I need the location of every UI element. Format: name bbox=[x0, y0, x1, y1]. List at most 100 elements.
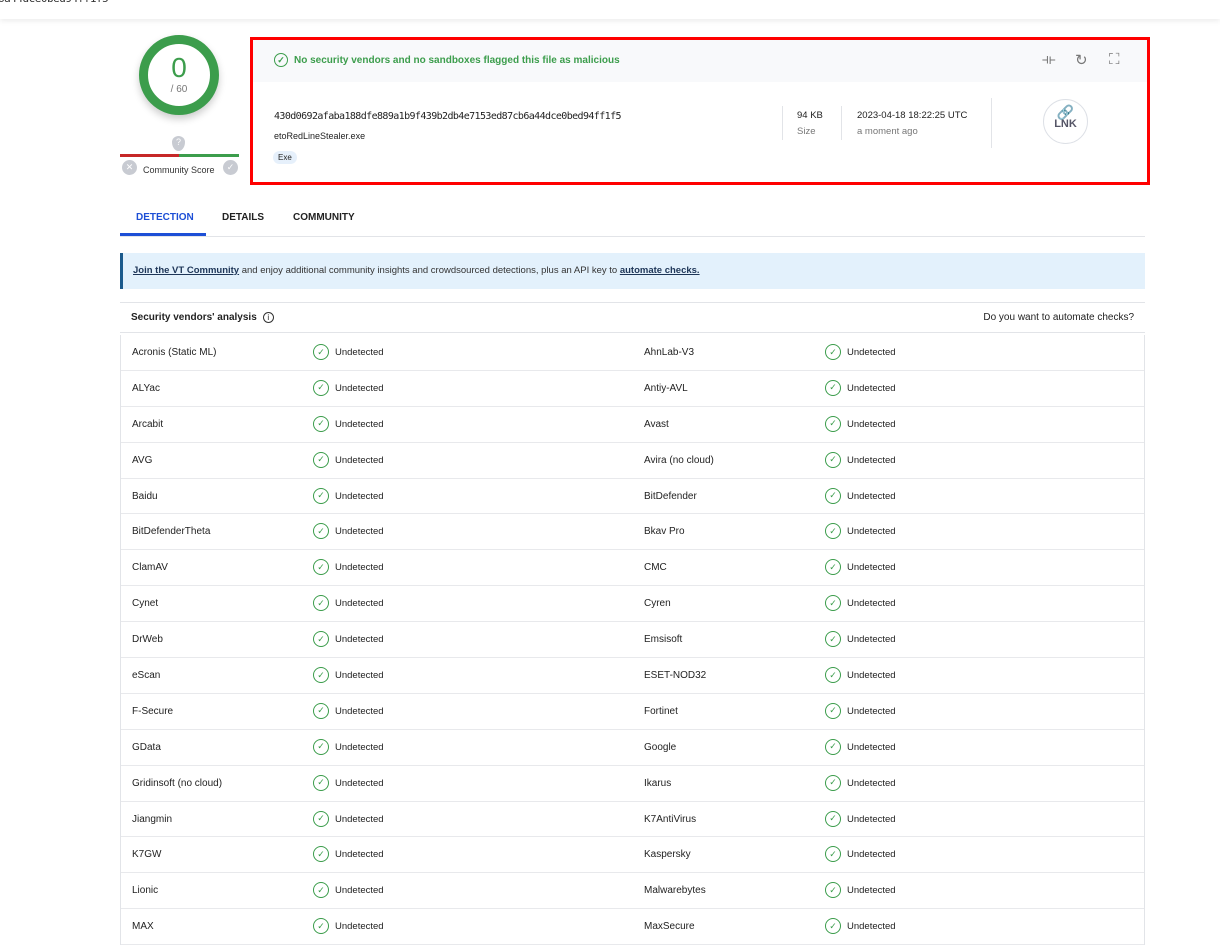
check-circle-icon: ✓ bbox=[313, 487, 329, 504]
vendor-name: BitDefenderTheta bbox=[132, 526, 211, 538]
status: Undetected bbox=[335, 454, 384, 466]
detection-score: 0 / 60 bbox=[139, 35, 219, 115]
link-icon: 🔗 bbox=[1056, 104, 1075, 120]
table-row: F-Secure ✓ Undetected Fortinet ✓ Undetected bbox=[121, 694, 1144, 730]
check-circle-icon: ✓ bbox=[825, 882, 841, 899]
table-row: Baidu ✓ Undetected BitDefender ✓ Undetected bbox=[121, 479, 1144, 515]
vendor-name: Kaspersky bbox=[644, 849, 691, 861]
file-type-label: LNK bbox=[1054, 118, 1077, 130]
top-bar: 6a44dce0bed94ff1f5 bbox=[0, 0, 1220, 19]
status: Undetected bbox=[335, 347, 384, 358]
check-circle-icon: ✓ bbox=[313, 702, 329, 719]
check-circle-icon: ✓ bbox=[825, 595, 841, 612]
status: Undetected bbox=[847, 885, 896, 897]
tab-bar: DETECTION DETAILS COMMUNITY bbox=[120, 200, 1145, 237]
table-row: ALYac ✓ Undetected Antiy-AVL ✓ Undetected bbox=[121, 371, 1144, 407]
upvote-icon[interactable]: ✓ bbox=[223, 160, 238, 175]
status: Undetected bbox=[335, 490, 384, 502]
vendor-name: Gridinsoft (no cloud) bbox=[132, 777, 223, 789]
status: Undetected bbox=[335, 670, 384, 682]
status: Undetected bbox=[847, 777, 896, 789]
join-community-link[interactable]: Join the VT Community bbox=[133, 265, 239, 276]
file-summary-card: ✓ No security vendors and no sandboxes fl… bbox=[250, 37, 1150, 185]
status: Undetected bbox=[335, 634, 384, 646]
vendor-name: F-Secure bbox=[132, 705, 174, 717]
reanalyze-icon[interactable]: ↻ bbox=[1075, 51, 1088, 69]
detection-total: / 60 bbox=[170, 84, 188, 95]
vendor-name: ESET-NOD32 bbox=[644, 670, 707, 682]
check-circle-icon: ✓ bbox=[825, 487, 841, 504]
vendor-name: K7AntiVirus bbox=[644, 813, 697, 825]
status: Undetected bbox=[847, 490, 896, 502]
detection-count: 0 bbox=[171, 52, 187, 83]
check-circle-icon: ✓ bbox=[313, 882, 329, 899]
analysis-header: Security vendors' analysis i Do you want … bbox=[120, 302, 1145, 333]
check-circle-icon: ✓ bbox=[313, 846, 329, 863]
tab-detection[interactable]: DETECTION bbox=[136, 212, 194, 223]
automate-checks-link[interactable]: automate checks. bbox=[620, 265, 700, 276]
check-circle-icon: ✓ bbox=[313, 559, 329, 576]
size-label: Size bbox=[797, 126, 816, 137]
table-row: MAX ✓ Undetected MaxSecure ✓ Undetected bbox=[121, 909, 1144, 945]
file-tag[interactable]: Exe bbox=[273, 151, 297, 164]
check-circle-icon: ✓ bbox=[313, 451, 329, 468]
status: Undetected bbox=[335, 813, 384, 825]
vendor-name: Avira (no cloud) bbox=[644, 454, 714, 466]
check-circle-icon: ✓ bbox=[313, 415, 329, 432]
downvote-icon[interactable]: ✕ bbox=[122, 160, 137, 175]
check-circle-icon: ✓ bbox=[825, 379, 841, 396]
vendors-table: Acronis (Static ML) ✓ Undetected AhnLab-V3 ✓… bbox=[120, 335, 1145, 945]
vendor-name: Emsisoft bbox=[644, 634, 683, 646]
vendor-name: ALYac bbox=[132, 382, 160, 394]
check-circle-icon: ✓ bbox=[825, 415, 841, 432]
status: Undetected bbox=[847, 347, 896, 358]
scan-date: 2023-04-18 18:22:25 UTC a moment ago bbox=[857, 110, 967, 137]
automate-checks-prompt[interactable]: Do you want to automate checks? bbox=[983, 312, 1134, 323]
community-score-label: Community Score bbox=[143, 165, 215, 175]
check-circle-icon: ✓ bbox=[825, 846, 841, 863]
check-circle-icon: ✓ bbox=[825, 738, 841, 755]
vendor-name: AhnLab-V3 bbox=[644, 347, 695, 358]
tab-community[interactable]: COMMUNITY bbox=[293, 212, 355, 223]
file-type-icon: 🔗 LNK bbox=[1043, 99, 1088, 144]
compare-icon[interactable]: ⟛ bbox=[1042, 51, 1056, 68]
vendor-name: eScan bbox=[132, 670, 161, 682]
check-circle-icon: ✓ bbox=[825, 774, 841, 791]
table-row: Jiangmin ✓ Undetected K7AntiVirus ✓ Undetecte… bbox=[121, 802, 1144, 838]
vendor-name: Cynet bbox=[132, 598, 159, 610]
active-tab-indicator bbox=[120, 233, 206, 236]
status: Undetected bbox=[847, 382, 896, 394]
status: Undetected bbox=[335, 418, 384, 430]
file-hash[interactable]: 430d0692afaba188dfe889a1b9f439b2db4e7153… bbox=[274, 111, 622, 122]
vendor-name: Lionic bbox=[132, 885, 159, 897]
vendor-name: BitDefender bbox=[644, 490, 697, 502]
check-circle-icon: ✓ bbox=[825, 559, 841, 576]
check-circle-icon: ✓ bbox=[313, 523, 329, 540]
hash-fragment: 6a44dce0bed94ff1f5 bbox=[0, 0, 109, 5]
table-row: BitDefenderTheta ✓ Undetected Bkav Pro ✓ Unde… bbox=[121, 514, 1144, 551]
vendor-name: Cyren bbox=[644, 598, 671, 610]
vendor-name: CMC bbox=[644, 562, 667, 574]
vendor-name: ClamAV bbox=[132, 562, 168, 574]
vendor-name: GData bbox=[132, 741, 161, 753]
date-relative: a moment ago bbox=[857, 126, 918, 137]
status: Undetected bbox=[847, 454, 896, 466]
status: Undetected bbox=[335, 562, 384, 574]
file-size: 94 KB Size bbox=[797, 110, 823, 137]
analysis-title: Security vendors' analysis bbox=[131, 312, 257, 323]
graph-icon[interactable]: ⛶ bbox=[1109, 51, 1120, 68]
status: Undetected bbox=[335, 777, 384, 789]
vendor-name: Acronis (Static ML) bbox=[132, 347, 217, 358]
table-row: DrWeb ✓ Undetected Emsisoft ✓ Undetected bbox=[121, 622, 1144, 659]
check-circle-icon: ✓ bbox=[313, 595, 329, 612]
check-circle-icon: ✓ bbox=[313, 344, 329, 360]
banner-text: and enjoy additional community insights … bbox=[239, 265, 620, 276]
check-circle-icon: ✓ bbox=[313, 631, 329, 648]
check-circle-icon: ✓ bbox=[313, 810, 329, 827]
check-circle-icon: ✓ bbox=[313, 918, 329, 935]
info-icon[interactable]: i bbox=[262, 312, 274, 323]
check-circle-icon: ✓ bbox=[313, 774, 329, 791]
check-circle-icon: ✓ bbox=[825, 918, 841, 935]
tab-details[interactable]: DETAILS bbox=[222, 212, 264, 223]
table-row: Arcabit ✓ Undetected Avast ✓ Undetected bbox=[121, 407, 1144, 443]
